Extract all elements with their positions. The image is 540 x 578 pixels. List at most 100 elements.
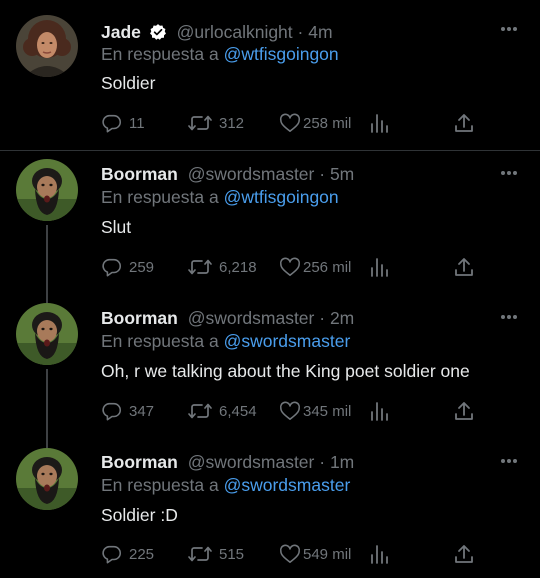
avatar[interactable] [16,448,78,510]
retweet-button[interactable]: 312 [187,111,244,135]
share-button[interactable] [454,399,474,423]
avatar[interactable] [16,159,78,221]
reply-context: En respuesta a @swordsmaster [101,475,350,495]
more-options-icon[interactable] [500,26,518,32]
like-count: 549 mil [303,545,352,563]
more-options-icon[interactable] [500,170,518,176]
like-count: 258 mil [303,114,352,132]
profile-photo-bearded-man [16,303,78,365]
reply-button[interactable]: 11 [101,111,145,135]
timestamp[interactable]: 2m [330,308,354,328]
tweet-text: Slut [101,217,132,237]
thread-connector [46,369,48,441]
reply-icon [102,114,122,133]
retweet-count: 312 [219,114,245,132]
tweet[interactable]: Jade @urlocalknight · 4m En respuesta a … [0,0,540,150]
timestamp[interactable]: 5m [330,164,354,184]
like-button[interactable]: 258 mil [279,111,351,135]
reply-count: 259 [129,258,155,276]
heart-icon [279,544,301,564]
tweet-text: Soldier :D [101,505,178,525]
share-icon [455,258,473,276]
view-stats-button[interactable] [369,399,389,423]
reply-icon [102,545,122,564]
bar-chart-icon [371,545,388,564]
user-handle[interactable]: @urlocalknight [177,22,293,42]
heart-icon [279,113,301,133]
user-handle[interactable]: @swordsmaster [188,308,315,328]
reply-prefix: En respuesta a [101,44,219,64]
retweet-count: 515 [219,545,245,563]
heart-icon [279,401,301,421]
view-stats-button[interactable] [369,542,389,566]
separator-dot: · [319,308,326,328]
display-name[interactable]: Boorman [101,308,178,328]
retweet-count: 6,454 [219,402,257,420]
display-name[interactable]: Boorman [101,452,178,472]
thread-connector [46,296,48,303]
retweet-icon [188,259,212,275]
like-count: 345 mil [303,402,352,420]
reply-mention-link[interactable]: @swordsmaster [224,475,351,495]
retweet-icon [188,403,212,419]
reply-mention-link[interactable]: @wtfisgoingon [224,44,339,64]
reply-icon [102,258,122,277]
reply-button[interactable]: 259 [101,255,154,279]
display-name[interactable]: Jade [101,22,141,42]
verified-badge-icon [149,23,167,45]
more-options-icon[interactable] [500,458,518,464]
action-bar: 11 312 258 mil [101,111,481,135]
reply-count: 347 [129,402,155,420]
like-button[interactable]: 256 mil [279,255,351,279]
share-icon [455,402,473,420]
like-button[interactable]: 345 mil [279,399,351,423]
separator-dot: · [297,22,304,42]
bar-chart-icon [371,114,388,133]
retweet-button[interactable]: 6,454 [187,399,257,423]
view-stats-button[interactable] [369,111,389,135]
share-button[interactable] [454,255,474,279]
reply-count: 225 [129,545,155,563]
reply-context: En respuesta a @swordsmaster [101,331,350,351]
retweet-button[interactable]: 515 [187,542,244,566]
display-name[interactable]: Boorman [101,164,178,184]
reply-button[interactable]: 225 [101,542,154,566]
timestamp[interactable]: 1m [330,452,354,472]
avatar[interactable] [16,303,78,365]
more-options-icon[interactable] [500,314,518,320]
reply-prefix: En respuesta a [101,331,219,351]
user-handle[interactable]: @swordsmaster [188,164,315,184]
tweet[interactable]: Boorman @swordsmaster · 2m En respuesta … [0,296,540,441]
action-bar: 259 6,218 256 mil [101,255,481,279]
share-icon [455,114,473,132]
profile-photo-bearded-man [16,448,78,510]
view-stats-button[interactable] [369,255,389,279]
action-bar: 347 6,454 345 mil [101,399,481,423]
reply-mention-link[interactable]: @wtfisgoingon [224,187,339,207]
share-icon [455,545,473,563]
reply-button[interactable]: 347 [101,399,154,423]
thread-connector [46,225,48,296]
tweet-text: Soldier [101,73,156,93]
action-bar: 225 515 549 mil [101,542,481,566]
like-button[interactable]: 549 mil [279,542,351,566]
user-handle[interactable]: @swordsmaster [188,452,315,472]
reply-mention-link[interactable]: @swordsmaster [224,331,351,351]
share-button[interactable] [454,542,474,566]
timestamp[interactable]: 4m [308,22,332,42]
tweet[interactable]: Boorman @swordsmaster · 5m En respuesta … [0,151,540,296]
reply-icon [102,402,122,421]
reply-context: En respuesta a @wtfisgoingon [101,44,339,64]
avatar[interactable] [16,15,78,77]
retweet-count: 6,218 [219,258,257,276]
reply-prefix: En respuesta a [101,475,219,495]
tweet[interactable]: Boorman @swordsmaster · 1m En respuesta … [0,441,540,578]
retweet-icon [188,115,212,131]
share-button[interactable] [454,111,474,135]
profile-photo-bearded-man [16,159,78,221]
reply-context: En respuesta a @wtfisgoingon [101,187,339,207]
retweet-button[interactable]: 6,218 [187,255,257,279]
bar-chart-icon [371,258,388,277]
like-count: 256 mil [303,258,352,276]
reply-count: 11 [129,114,145,132]
